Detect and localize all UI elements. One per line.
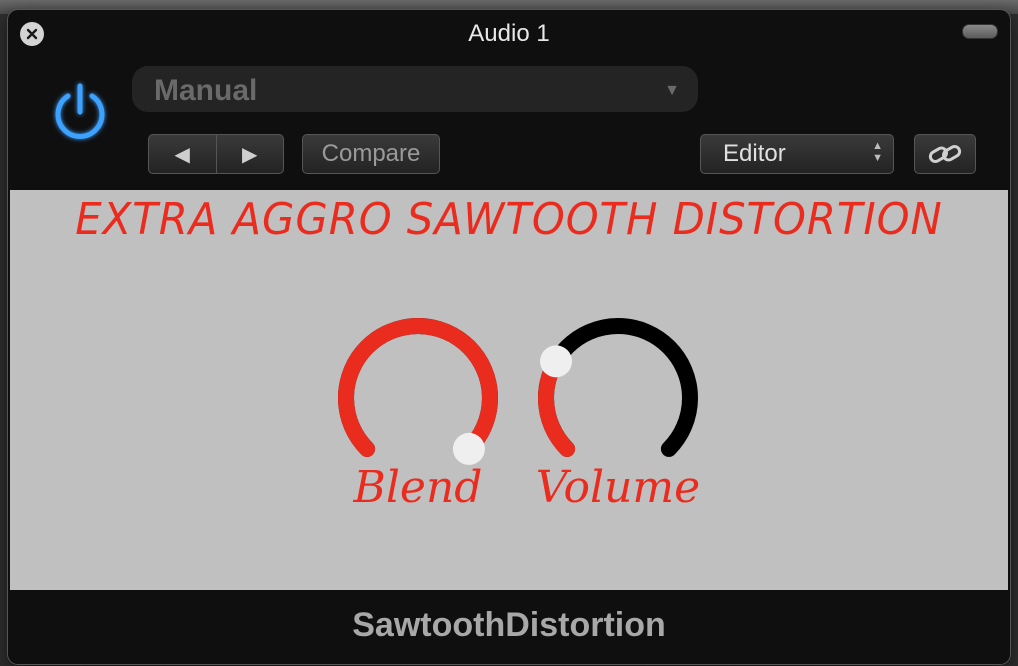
blend-label: Blend [353, 462, 483, 513]
preset-dropdown[interactable]: Manual ▼ [132, 66, 698, 112]
previous-preset-button[interactable]: ◀ [149, 135, 217, 173]
link-icon [928, 145, 962, 163]
next-preset-button[interactable]: ▶ [217, 135, 284, 173]
link-button[interactable] [914, 134, 976, 174]
power-icon [55, 83, 105, 139]
compare-button[interactable]: Compare [302, 134, 440, 174]
volume-knob[interactable] [528, 308, 708, 488]
knob-fill [338, 318, 498, 457]
plugin-editor: EXTRA AGGRO SAWTOOTH DISTORTION Blend Vo… [10, 190, 1008, 590]
volume-label: Volume [535, 462, 701, 513]
plugin-title: EXTRA AGGRO SAWTOOTH DISTORTION [75, 194, 943, 245]
knob-handle[interactable] [452, 432, 485, 465]
plugin-name: SawtoothDistortion [352, 606, 666, 644]
plugin-window: Audio 1 Manual ▼ ◀ ▶ Compare Editor ▲▼ [8, 10, 1010, 664]
title-bar[interactable]: Audio 1 [8, 10, 1010, 54]
blend-knob[interactable] [328, 308, 508, 488]
view-dropdown[interactable]: Editor ▲ ▼ [700, 134, 894, 174]
knob-handle[interactable] [540, 345, 573, 378]
collapse-button[interactable] [962, 24, 998, 39]
footer-bar: SawtoothDistortion [8, 590, 1010, 664]
power-button[interactable] [48, 80, 112, 144]
preset-navigation: ◀ ▶ [148, 134, 284, 174]
knob-track [538, 318, 698, 457]
window-title: Audio 1 [468, 20, 550, 47]
view-value: Editor [723, 140, 786, 167]
stepper-arrows-icon: ▲ ▼ [872, 140, 883, 164]
dropdown-arrow-icon: ▼ [664, 82, 680, 99]
preset-value: Manual [154, 74, 258, 107]
